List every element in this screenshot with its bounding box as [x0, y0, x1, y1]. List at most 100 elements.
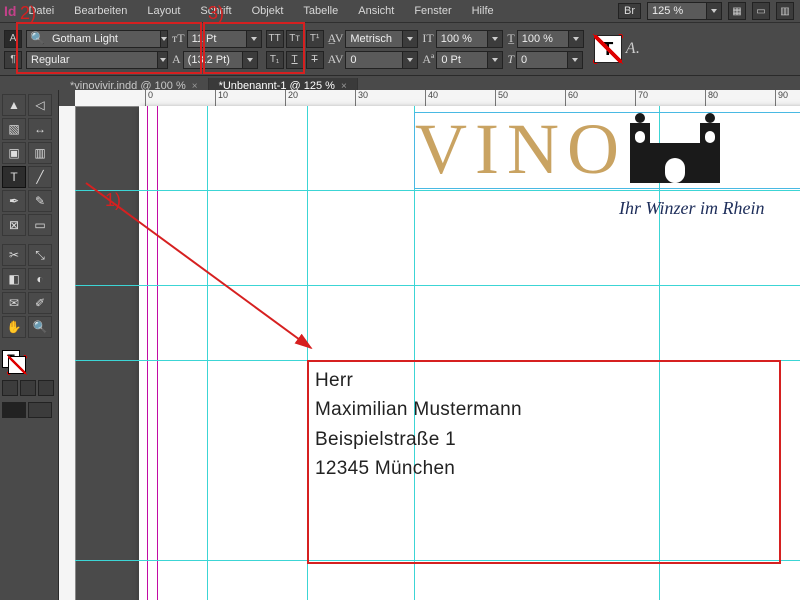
- menu-window[interactable]: Fenster: [404, 2, 461, 20]
- eyedropper-tool[interactable]: ✐: [28, 292, 52, 314]
- character-style-icon[interactable]: A.: [626, 40, 640, 58]
- address-text[interactable]: Herr Maximilian Mustermann Beispielstraß…: [309, 362, 779, 488]
- tracking-input[interactable]: [346, 53, 402, 67]
- gradient-swatch-tool[interactable]: ◧: [2, 268, 26, 290]
- rectangle-frame-tool[interactable]: ⊠: [2, 214, 26, 236]
- arrange-icon[interactable]: ▥: [776, 2, 794, 20]
- chevron-down-icon[interactable]: [487, 52, 502, 68]
- content-placer-tool[interactable]: ▥: [28, 142, 52, 164]
- chevron-down-icon[interactable]: [402, 31, 417, 47]
- tracking-field[interactable]: [345, 51, 418, 69]
- hscale-input[interactable]: [518, 32, 568, 46]
- chevron-down-icon[interactable]: [567, 52, 582, 68]
- line-tool[interactable]: ╱: [28, 166, 52, 188]
- direct-selection-tool[interactable]: ◁: [28, 94, 52, 116]
- menu-table[interactable]: Tabelle: [293, 2, 348, 20]
- horizontal-ruler[interactable]: 0 10 20 30 40 50 60 70 80 90: [75, 90, 800, 107]
- font-style-input[interactable]: [27, 53, 157, 67]
- baseline-input[interactable]: [437, 53, 487, 67]
- apply-color-icon[interactable]: [2, 380, 18, 396]
- leading-field[interactable]: [183, 51, 258, 69]
- apply-none-icon[interactable]: [38, 380, 54, 396]
- menu-edit[interactable]: Bearbeiten: [64, 2, 137, 20]
- margin-guide[interactable]: [157, 106, 158, 600]
- character-mode-icon[interactable]: A: [4, 30, 22, 48]
- font-size-input[interactable]: [188, 32, 246, 46]
- vscale-field[interactable]: [436, 30, 503, 48]
- menu-object[interactable]: Objekt: [242, 2, 294, 20]
- allcaps-icon[interactable]: TT: [266, 30, 284, 48]
- fill-stroke-swatch[interactable]: T: [2, 350, 56, 374]
- content-collector-tool[interactable]: ▣: [2, 142, 26, 164]
- zoom-input[interactable]: [648, 4, 706, 18]
- chevron-down-icon[interactable]: [157, 52, 167, 68]
- image-frame-logo[interactable]: VINO: [414, 112, 800, 189]
- ruler-tick: 20: [285, 90, 298, 106]
- rectangle-tool[interactable]: ▭: [28, 214, 52, 236]
- font-family-input[interactable]: [48, 32, 160, 46]
- hscale-field[interactable]: [517, 30, 584, 48]
- row-guide[interactable]: [75, 190, 800, 191]
- skew-field[interactable]: [516, 51, 583, 69]
- paragraph-mode-icon[interactable]: ¶: [4, 51, 22, 69]
- chevron-down-icon[interactable]: [402, 52, 417, 68]
- font-style-field[interactable]: [26, 51, 168, 69]
- menu-view[interactable]: Ansicht: [348, 2, 404, 20]
- menu-help[interactable]: Hilfe: [462, 2, 504, 20]
- gradient-feather-tool[interactable]: ◐: [28, 268, 52, 290]
- scissors-tool[interactable]: ✂: [2, 244, 26, 266]
- ruler-tick: 10: [215, 90, 228, 106]
- hand-tool[interactable]: ✋: [2, 316, 26, 338]
- skew-input[interactable]: [517, 53, 567, 67]
- normal-view-icon[interactable]: [2, 402, 26, 418]
- ruler-tick: 60: [565, 90, 578, 106]
- margin-guide[interactable]: [147, 106, 148, 600]
- free-transform-tool[interactable]: ⤡: [28, 244, 52, 266]
- address-line: Maximilian Mustermann: [315, 395, 773, 424]
- view-options-icon[interactable]: ▦: [728, 2, 746, 20]
- chevron-down-icon[interactable]: [242, 52, 257, 68]
- pen-tool[interactable]: ✒: [2, 190, 26, 212]
- apply-gradient-icon[interactable]: [20, 380, 36, 396]
- chevron-down-icon[interactable]: [160, 31, 167, 47]
- screen-mode-icon[interactable]: ▭: [752, 2, 770, 20]
- type-tool[interactable]: T: [2, 166, 26, 188]
- underline-icon[interactable]: T: [286, 51, 304, 69]
- row-guide[interactable]: [75, 285, 800, 286]
- vertical-ruler[interactable]: [59, 106, 76, 600]
- page-tool[interactable]: ▧: [2, 118, 26, 140]
- zoom-field[interactable]: [647, 2, 722, 20]
- font-size-field[interactable]: [187, 30, 262, 48]
- text-frame-address[interactable]: Herr Maximilian Mustermann Beispielstraß…: [307, 360, 781, 564]
- note-tool[interactable]: ✉: [2, 292, 26, 314]
- menu-layout[interactable]: Layout: [137, 2, 190, 20]
- selection-tool[interactable]: ▲: [2, 94, 26, 116]
- canvas[interactable]: 0 10 20 30 40 50 60 70 80 90 VINO: [59, 90, 800, 600]
- superscript-icon[interactable]: T¹: [306, 30, 324, 48]
- column-guide[interactable]: [207, 106, 208, 600]
- preview-view-icon[interactable]: [28, 402, 52, 418]
- bridge-button[interactable]: Br: [618, 3, 641, 19]
- subscript-icon[interactable]: T₁: [266, 51, 284, 69]
- font-family-field[interactable]: 🔍: [26, 30, 168, 48]
- chevron-down-icon[interactable]: [706, 3, 721, 19]
- kerning-input[interactable]: [346, 32, 402, 46]
- leading-icon: A͏: [172, 52, 181, 67]
- fill-swatch[interactable]: T: [594, 35, 622, 63]
- ruler-tick: 0: [145, 90, 153, 106]
- zoom-tool[interactable]: 🔍: [28, 316, 52, 338]
- chevron-down-icon[interactable]: [568, 31, 583, 47]
- address-line: Beispielstraße 1: [315, 425, 773, 454]
- leading-input[interactable]: [184, 53, 242, 67]
- pencil-tool[interactable]: ✎: [28, 190, 52, 212]
- chevron-down-icon[interactable]: [246, 31, 261, 47]
- strikethrough-icon[interactable]: T: [306, 51, 324, 69]
- vscale-input[interactable]: [437, 32, 487, 46]
- annotation-label: 2): [20, 3, 36, 24]
- gap-tool[interactable]: ↔: [28, 118, 52, 140]
- smallcaps-icon[interactable]: Tᴛ: [286, 30, 304, 48]
- tool-panel: ▲◁ ▧↔ ▣▥ T╱ ✒✎ ⊠▭ ✂⤡ ◧◐ ✉✐ ✋🔍 T: [0, 90, 59, 600]
- chevron-down-icon[interactable]: [487, 31, 502, 47]
- kerning-field[interactable]: [345, 30, 418, 48]
- baseline-field[interactable]: [436, 51, 503, 69]
